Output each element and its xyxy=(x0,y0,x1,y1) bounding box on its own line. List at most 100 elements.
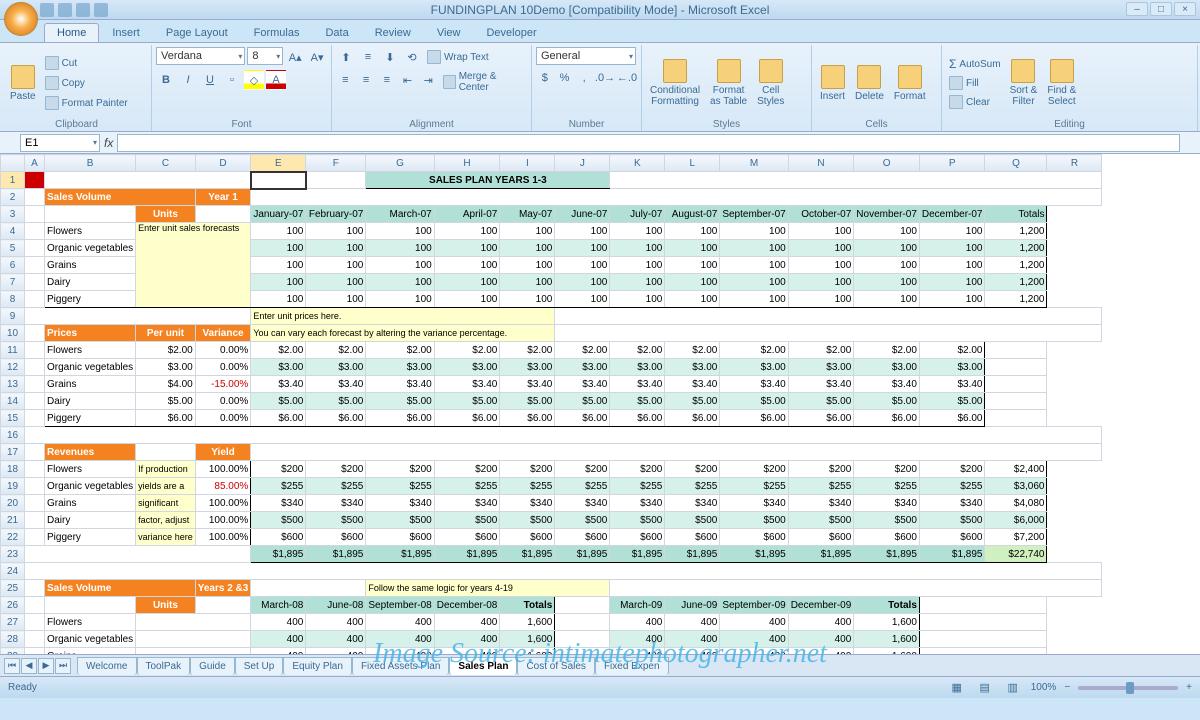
cell[interactable]: $255 xyxy=(788,478,854,495)
cell[interactable]: Variance xyxy=(195,325,251,342)
cell[interactable]: 100 xyxy=(555,274,610,291)
cell[interactable] xyxy=(25,580,45,597)
cell[interactable]: Organic vegetables xyxy=(45,631,136,648)
col-header-C[interactable]: C xyxy=(136,155,196,172)
cell[interactable]: 1,600 xyxy=(854,648,920,655)
cell[interactable]: 1,200 xyxy=(985,240,1047,257)
cell[interactable]: 100 xyxy=(854,274,920,291)
row-header-24[interactable]: 24 xyxy=(1,563,25,580)
cell[interactable]: September-09 xyxy=(720,597,788,614)
cell[interactable]: $1,895 xyxy=(251,546,306,563)
select-all[interactable] xyxy=(1,155,25,172)
cell[interactable]: 100 xyxy=(665,223,720,240)
insert-cells-button[interactable]: Insert xyxy=(816,47,849,119)
cell[interactable]: $3,060 xyxy=(985,478,1047,495)
cell[interactable] xyxy=(25,393,45,410)
cell[interactable]: $5.00 xyxy=(720,393,788,410)
cell[interactable]: $1,895 xyxy=(500,546,555,563)
row-header-18[interactable]: 18 xyxy=(1,461,25,478)
row-header-13[interactable]: 13 xyxy=(1,376,25,393)
cell[interactable]: 100 xyxy=(500,240,555,257)
cell[interactable] xyxy=(136,631,251,648)
cell[interactable]: 100 xyxy=(720,223,788,240)
zoom-out-button[interactable]: − xyxy=(1064,682,1070,693)
cell[interactable]: $3.00 xyxy=(854,359,920,376)
cell[interactable]: 400 xyxy=(610,631,665,648)
percent-button[interactable]: % xyxy=(556,68,574,88)
cell[interactable]: $600 xyxy=(665,529,720,546)
row-header-10[interactable]: 10 xyxy=(1,325,25,342)
cell[interactable]: Organic vegetables xyxy=(45,478,136,495)
cell[interactable]: 100 xyxy=(720,257,788,274)
delete-cells-button[interactable]: Delete xyxy=(851,47,888,119)
cell[interactable]: 400 xyxy=(434,648,500,655)
col-header-G[interactable]: G xyxy=(366,155,434,172)
cell[interactable]: $200 xyxy=(434,461,500,478)
cell[interactable]: March-07 xyxy=(366,206,434,223)
col-header-K[interactable]: K xyxy=(610,155,665,172)
cell[interactable]: 100 xyxy=(788,257,854,274)
cell[interactable]: Sales Volume xyxy=(45,580,196,597)
cell[interactable]: December-08 xyxy=(434,597,500,614)
cell[interactable] xyxy=(919,631,1047,648)
format-painter-button[interactable]: Format Painter xyxy=(42,95,131,111)
cell[interactable]: $600 xyxy=(610,529,665,546)
cell[interactable]: You can vary each forecast by altering t… xyxy=(251,325,555,342)
cell[interactable]: significant xyxy=(136,495,196,512)
cell[interactable]: 100 xyxy=(720,291,788,308)
cell[interactable]: $340 xyxy=(665,495,720,512)
cell[interactable]: Years 2 &3 xyxy=(195,580,251,597)
cell[interactable]: 100 xyxy=(434,223,500,240)
row-header-17[interactable]: 17 xyxy=(1,444,25,461)
cell[interactable] xyxy=(25,427,1102,444)
redo-icon[interactable] xyxy=(76,3,90,17)
cell[interactable]: Grains xyxy=(45,648,136,655)
row-header-26[interactable]: 26 xyxy=(1,597,25,614)
cell[interactable]: 400 xyxy=(720,614,788,631)
cell[interactable] xyxy=(136,444,196,461)
cell[interactable] xyxy=(985,410,1047,427)
cell[interactable]: $6.00 xyxy=(434,410,500,427)
cell[interactable] xyxy=(555,631,610,648)
cell[interactable]: $3.00 xyxy=(555,359,610,376)
cell[interactable]: August-07 xyxy=(665,206,720,223)
cell[interactable]: 1,600 xyxy=(500,631,555,648)
cell[interactable]: $255 xyxy=(251,478,306,495)
cell[interactable]: 400 xyxy=(306,631,366,648)
cell[interactable]: 100 xyxy=(251,223,306,240)
cell[interactable]: $3.00 xyxy=(136,359,196,376)
cell[interactable]: -15.00% xyxy=(195,376,251,393)
cell[interactable]: Piggery xyxy=(45,291,136,308)
col-header-B[interactable]: B xyxy=(45,155,136,172)
cell[interactable]: Units xyxy=(136,597,196,614)
tab-review[interactable]: Review xyxy=(362,23,424,42)
cell[interactable] xyxy=(25,631,45,648)
cell[interactable]: $5.00 xyxy=(854,393,920,410)
tab-home[interactable]: Home xyxy=(44,23,99,42)
cell[interactable]: 100 xyxy=(306,223,366,240)
cell[interactable]: $5.00 xyxy=(610,393,665,410)
align-top-button[interactable]: ⬆ xyxy=(336,47,356,67)
cell[interactable]: 400 xyxy=(306,614,366,631)
cell[interactable]: $6.00 xyxy=(610,410,665,427)
cell[interactable]: $500 xyxy=(366,512,434,529)
cell[interactable]: $2.00 xyxy=(251,342,306,359)
sheet-tab-set-up[interactable]: Set Up xyxy=(235,657,284,675)
tab-developer[interactable]: Developer xyxy=(473,23,549,42)
cell[interactable]: $3.00 xyxy=(919,359,985,376)
cell[interactable] xyxy=(555,648,610,655)
cell[interactable]: Revenues xyxy=(45,444,136,461)
cell[interactable]: $255 xyxy=(610,478,665,495)
cell[interactable]: $340 xyxy=(720,495,788,512)
cell[interactable]: $200 xyxy=(720,461,788,478)
col-header-O[interactable]: O xyxy=(854,155,920,172)
row-header-1[interactable]: 1 xyxy=(1,172,25,189)
cell[interactable]: 100 xyxy=(555,223,610,240)
cell[interactable]: May-07 xyxy=(500,206,555,223)
cell[interactable] xyxy=(610,172,1102,189)
cell[interactable]: $600 xyxy=(434,529,500,546)
row-header-28[interactable]: 28 xyxy=(1,631,25,648)
cell[interactable] xyxy=(25,614,45,631)
cell[interactable]: $3.40 xyxy=(555,376,610,393)
cell[interactable] xyxy=(555,614,610,631)
